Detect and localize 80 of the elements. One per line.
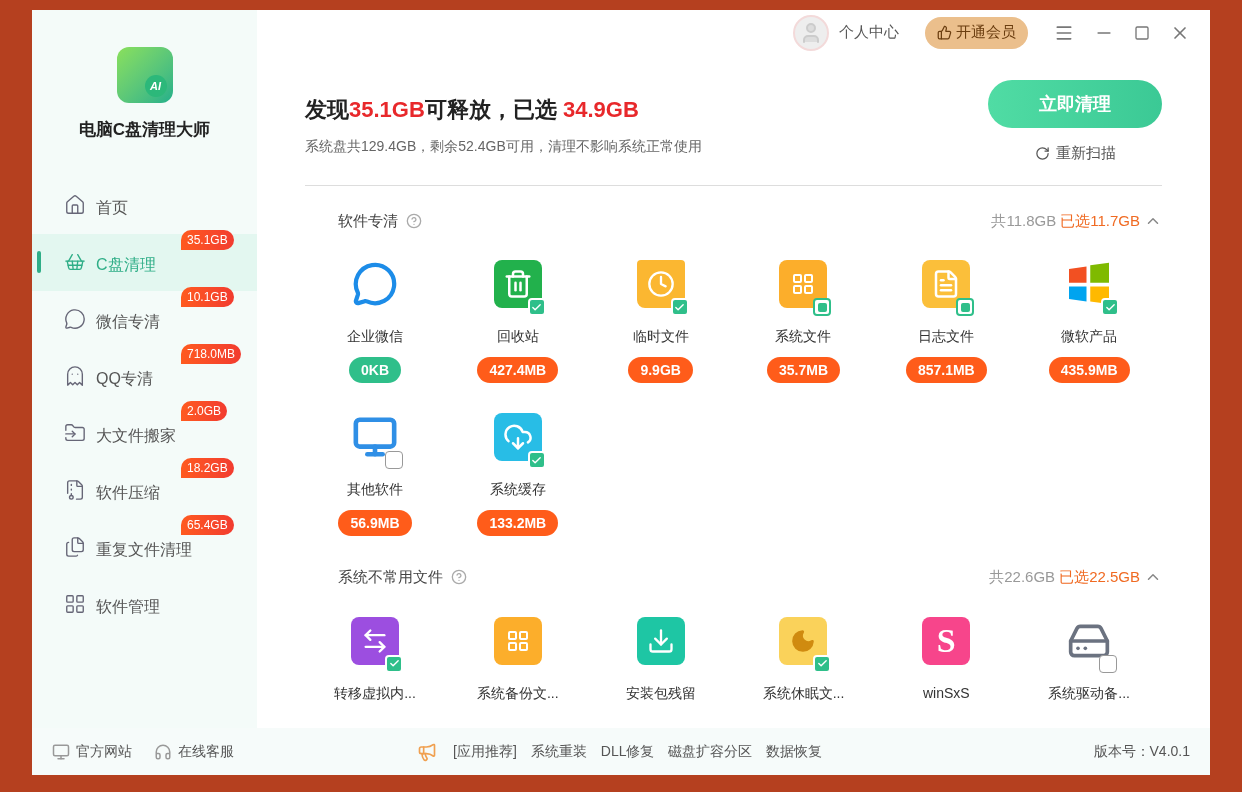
recommend-label: [应用推荐] [453,742,517,761]
checkmark-icon [674,301,686,313]
app-link[interactable]: DLL修复 [600,741,655,762]
grid-icon [64,593,86,615]
thumbs-up-icon [937,25,952,40]
nav-item[interactable]: 软件管理 [32,575,257,633]
checkmark-icon [531,301,543,313]
size-badge: 133.2MB [477,510,559,536]
basket-icon [64,251,86,273]
app-link[interactable]: 数据恢复 [766,741,823,762]
item-label: winSxS [923,683,970,703]
monitor-icon [52,742,70,761]
item-label: 系统备份文... [477,683,559,703]
item-label: 微软产品 [1061,327,1118,346]
trash-bin-icon [493,260,542,308]
count-badge: 35.1GB [181,229,234,250]
count-badge: 718.0MB [181,343,242,364]
download-box-icon [636,616,685,665]
checkbox[interactable] [385,451,403,469]
app-name: 电脑C盘清理大师 [78,119,211,141]
app-link[interactable]: 磁盘扩容分区 [668,741,753,762]
refresh-icon [1034,145,1050,161]
section-title: 系统不常用文件 [338,567,443,587]
size-badge: 435.9MB [1048,357,1130,383]
size-badge: 9.9GB [628,357,693,383]
item-label: 转移虚拟内... [334,683,416,703]
checkbox[interactable] [956,298,975,316]
file-move-icon [64,422,86,444]
home-icon [64,194,86,216]
app-logo: AI [116,47,173,103]
item-label: 安装包残留 [625,683,696,703]
document-icon [922,260,971,308]
rescan-button[interactable]: 重新扫描 [1034,142,1116,165]
size-badge: 0KB [349,357,401,383]
checkbox[interactable] [813,298,832,316]
disk-summary: 系统盘共129.4GB，剩余52.4GB可用，清理不影响系统正常使用 [305,137,702,156]
section-total: 共11.8GB [991,210,1057,231]
version-text: 版本号：V4.0.1 [1093,742,1190,761]
letter-s-icon: S [922,616,971,665]
vip-button[interactable]: 开通会员 [925,16,1028,49]
chat-bubbles-icon [64,308,86,330]
item-label: 企业微信 [347,327,403,346]
help-icon [406,212,422,229]
checkbox[interactable] [1099,654,1118,673]
megaphone-icon [417,741,437,762]
footer-link[interactable]: 在线客服 [154,741,234,762]
size-badge: 56.9MB [338,510,412,536]
nav-item[interactable]: 35.1GB C盘清理 [32,233,257,291]
help-icon [451,569,467,586]
section-title: 软件专清 [338,210,398,231]
count-badge: 65.4GB [181,514,234,535]
item-label: 日志文件 [918,327,975,346]
checkmark-icon [817,658,828,669]
section-selected-size: 已选22.5GB [1059,567,1140,587]
section-total: 共22.6GB [989,567,1056,587]
checkmark-icon [388,658,400,669]
count-badge: 2.0GB [181,400,228,421]
item-label: 系统休眠文... [762,683,845,703]
item-label: 系统文件 [775,327,832,346]
item-label: 系统缓存 [489,480,546,499]
avatar-icon[interactable] [793,14,829,51]
documents-icon [64,536,86,558]
size-badge: 35.7MB [766,357,840,383]
size-badge: 427.4MB [477,357,559,383]
item-label: 系统驱动备... [1048,683,1130,703]
checkmark-icon [1104,301,1116,313]
item-label: 其他软件 [347,480,403,499]
size-badge: 857.1MB [905,357,987,383]
checkmark-icon [531,454,543,466]
item-label: 临时文件 [632,327,689,346]
summary-headline: 发现35.1GB可释放，已选 34.9GB [305,96,640,124]
app-link[interactable]: 系统重装 [530,741,587,762]
headset-icon [154,742,172,761]
section-selected-size: 已选11.7GB [1060,210,1140,231]
user-center-link[interactable]: 个人中心 [839,21,899,44]
cloud-download-icon [493,413,542,461]
count-badge: 18.2GB [181,457,234,478]
item-label: 回收站 [496,327,539,346]
zip-file-icon [64,479,86,501]
footer-link[interactable]: 官方网站 [52,741,132,762]
